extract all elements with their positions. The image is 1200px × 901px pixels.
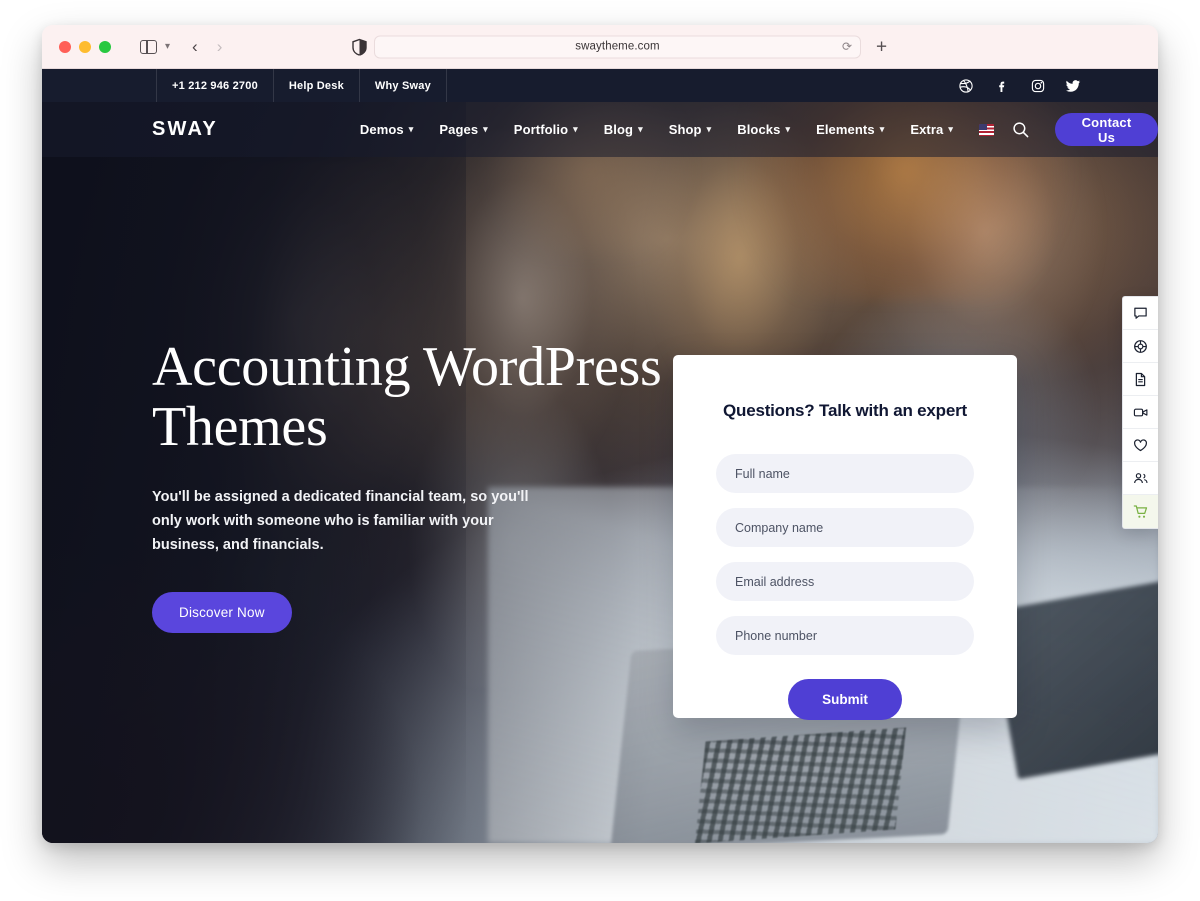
twitter-icon[interactable]	[1066, 78, 1081, 93]
search-icon[interactable]	[1012, 121, 1029, 138]
chevron-down-icon: ▾	[483, 124, 488, 134]
rail-item-community[interactable]	[1123, 462, 1158, 495]
lifebuoy-icon	[1133, 339, 1148, 354]
phone-number-input[interactable]	[716, 616, 974, 655]
lead-form-card: Questions? Talk with an expert Submit	[673, 355, 1017, 720]
nav-item-label: Extra	[910, 122, 944, 137]
hero-subtitle: You'll be assigned a dedicated financial…	[152, 488, 529, 553]
close-window-button[interactable]	[59, 40, 71, 53]
nav-item-blog[interactable]: Blog ▾	[604, 122, 643, 137]
topbar-links: +1 212 946 2700 Help Desk Why Sway	[156, 69, 447, 102]
submit-button[interactable]: Submit	[788, 679, 902, 720]
reload-icon[interactable]: ⟳	[842, 40, 852, 54]
nav-item-pages[interactable]: Pages ▾	[439, 122, 487, 137]
discover-now-button[interactable]: Discover Now	[152, 591, 292, 633]
chevron-down-icon: ▾	[785, 124, 791, 134]
window-traffic-lights	[59, 40, 111, 53]
address-bar[interactable]: swaytheme.com ⟳	[374, 35, 861, 58]
hero-title: Accounting WordPress Themes	[152, 337, 712, 458]
nav-item-label: Portfolio	[513, 122, 569, 137]
hero-content: Accounting WordPress Themes You'll be as…	[152, 337, 712, 633]
chevron-down-icon: ▾	[948, 124, 953, 134]
back-button[interactable]: ‹	[192, 37, 198, 57]
rail-item-cart[interactable]	[1123, 495, 1158, 528]
website-viewport: +1 212 946 2700 Help Desk Why Sway SWAY …	[42, 69, 1158, 843]
contact-us-button[interactable]: Contact Us	[1055, 113, 1158, 146]
facebook-icon[interactable]	[994, 78, 1009, 93]
url-text: swaytheme.com	[575, 40, 660, 53]
us-flag-icon[interactable]	[978, 123, 994, 136]
nav-item-demos[interactable]: Demos ▾	[360, 122, 413, 137]
nav-item-label: Elements	[816, 122, 875, 137]
company-name-input[interactable]	[716, 508, 974, 547]
nav-item-label: Pages	[439, 122, 479, 137]
zoom-window-button[interactable]	[99, 40, 111, 53]
sidebar-toggle-button[interactable]	[140, 39, 157, 54]
hero-title-line-1: Accounting WordPress	[152, 336, 662, 398]
nav-item-label: Demos	[359, 122, 404, 137]
email-address-input[interactable]	[716, 562, 974, 601]
chevron-down-icon[interactable]: ▾	[165, 41, 170, 52]
nav-item-blocks[interactable]: Blocks ▾	[737, 122, 790, 137]
nav-item-label: Blog	[603, 122, 634, 137]
rail-item-chat[interactable]	[1123, 297, 1158, 330]
privacy-shield-icon[interactable]	[352, 38, 367, 56]
nav-right-actions: Contact Us	[978, 113, 1158, 146]
chevron-down-icon: ▾	[706, 124, 712, 134]
topbar-link-help-desk[interactable]: Help Desk	[272, 69, 359, 102]
site-logo[interactable]: SWAY	[152, 118, 218, 141]
nav-item-label: Blocks	[737, 122, 781, 137]
nav-item-label: Shop	[668, 122, 702, 137]
chat-bubble-icon	[1133, 306, 1148, 321]
rail-item-docs[interactable]	[1123, 363, 1158, 396]
lead-form-title: Questions? Talk with an expert	[722, 401, 967, 420]
document-icon	[1133, 372, 1148, 387]
instagram-icon[interactable]	[1030, 78, 1045, 93]
chevron-down-icon: ▾	[573, 124, 578, 134]
topbar-link-phone[interactable]: +1 212 946 2700	[156, 69, 273, 102]
full-name-input[interactable]	[716, 454, 974, 493]
browser-window: ▾ ‹ › swaytheme.com ⟳ + +1 212 946 2700 …	[42, 25, 1158, 843]
video-camera-icon	[1133, 405, 1149, 420]
nav-item-portfolio[interactable]: Portfolio ▾	[514, 122, 578, 137]
nav-item-elements[interactable]: Elements ▾	[816, 122, 884, 137]
chevron-down-icon: ▾	[638, 124, 643, 134]
sidebar-icon	[140, 39, 157, 54]
main-navigation: SWAY Demos ▾ Pages ▾ Portfolio ▾ Blog ▾	[42, 102, 1158, 157]
nav-item-shop[interactable]: Shop ▾	[669, 122, 712, 137]
rail-item-support[interactable]	[1123, 330, 1158, 363]
new-tab-button[interactable]: +	[876, 37, 887, 56]
dribbble-icon[interactable]	[958, 78, 973, 93]
minimize-window-button[interactable]	[79, 40, 91, 53]
heart-icon	[1133, 438, 1148, 453]
chevron-down-icon: ▾	[408, 124, 414, 134]
people-icon	[1133, 471, 1149, 486]
rail-item-video[interactable]	[1123, 396, 1158, 429]
floating-action-rail	[1122, 296, 1158, 529]
nav-menu: Demos ▾ Pages ▾ Portfolio ▾ Blog ▾ Shop	[360, 122, 953, 137]
nav-item-extra[interactable]: Extra ▾	[910, 122, 953, 137]
rail-item-favorites[interactable]	[1123, 429, 1158, 462]
browser-toolbar: ▾ ‹ › swaytheme.com ⟳ +	[42, 25, 1158, 69]
hero-title-line-2: Themes	[152, 396, 328, 459]
topbar-link-why-sway[interactable]: Why Sway	[358, 69, 447, 102]
chevron-down-icon: ▾	[879, 124, 885, 134]
shopping-cart-icon	[1133, 504, 1149, 520]
forward-button[interactable]: ›	[217, 37, 223, 57]
top-utility-bar: +1 212 946 2700 Help Desk Why Sway	[42, 69, 1158, 102]
social-links	[958, 78, 1081, 93]
